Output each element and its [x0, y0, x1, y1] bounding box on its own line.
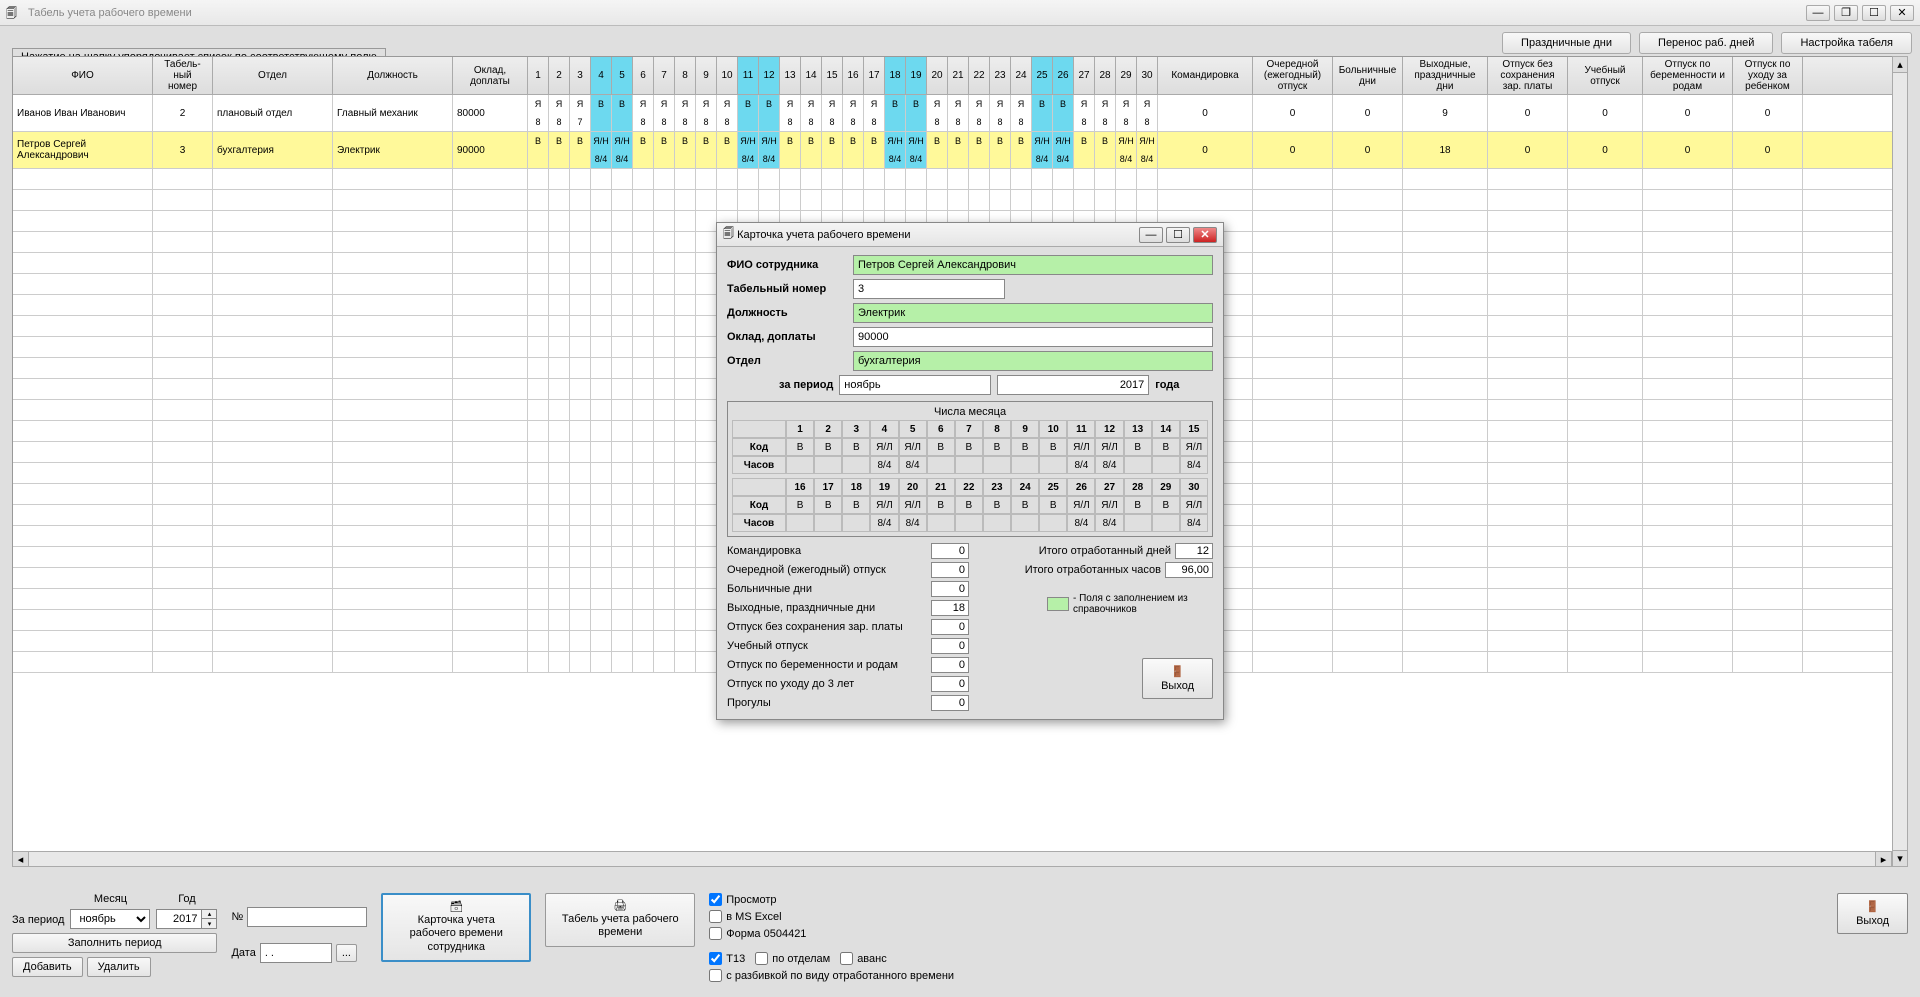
- salary-input[interactable]: [853, 327, 1213, 347]
- transfer-days-button[interactable]: Перенос раб. дней: [1639, 32, 1773, 54]
- by-dept-checkbox[interactable]: по отделам: [755, 952, 830, 965]
- main-titlebar: 🗐 Табель учета рабочего времени — ❐ ☐ ✕: [0, 0, 1920, 26]
- dialog-close-button[interactable]: ✕: [1193, 227, 1217, 243]
- year-label: Год: [156, 893, 217, 905]
- dialog-minimize-button[interactable]: —: [1139, 227, 1163, 243]
- card-icon: 🗃: [393, 901, 519, 914]
- dialog-icon: 🗐: [723, 225, 734, 244]
- employee-card-dialog: 🗐 Карточка учета рабочего времени — ☐ ✕ …: [716, 222, 1224, 720]
- settings-button[interactable]: Настройка табеля: [1781, 32, 1912, 54]
- sum-input[interactable]: [931, 543, 969, 559]
- exit-icon: 🚪: [1866, 900, 1880, 913]
- number-label: №: [231, 911, 243, 923]
- sum-input[interactable]: [931, 695, 969, 711]
- legend-color: [1047, 597, 1069, 611]
- scroll-left-icon[interactable]: ◂: [13, 852, 29, 866]
- number-input[interactable]: [247, 907, 367, 927]
- table-row[interactable]: Иванов Иван Иванович2плановый отделГлавн…: [13, 95, 1907, 132]
- sum-input[interactable]: [931, 562, 969, 578]
- days-frame: Числа месяца 123456789101112131415КодВВВ…: [727, 401, 1213, 537]
- year-suffix: года: [1155, 379, 1179, 391]
- fio-label: ФИО сотрудника: [727, 259, 847, 271]
- sum-input[interactable]: [931, 581, 969, 597]
- position-label: Должность: [727, 307, 847, 319]
- dialog-exit-button[interactable]: 🚪Выход: [1142, 658, 1213, 699]
- add-button[interactable]: Добавить: [12, 957, 83, 977]
- dialog-title: Карточка учета рабочего времени: [737, 229, 1136, 241]
- position-input[interactable]: [853, 303, 1213, 323]
- table-row[interactable]: [13, 190, 1907, 211]
- sum-input[interactable]: [931, 619, 969, 635]
- legend-text: - Поля с заполнением из справочников: [1073, 593, 1213, 615]
- sum-input[interactable]: [931, 600, 969, 616]
- breakdown-checkbox[interactable]: с разбивкой по виду отработанного времен…: [709, 969, 954, 982]
- maximize-button[interactable]: ☐: [1862, 5, 1886, 21]
- table-row[interactable]: [13, 169, 1907, 190]
- excel-checkbox[interactable]: в MS Excel: [709, 910, 954, 923]
- dialog-year-input[interactable]: [997, 375, 1149, 395]
- print-icon: 🖨: [556, 900, 684, 913]
- table-row[interactable]: Петров Сергей Александрович3бухгалтерияЭ…: [13, 132, 1907, 169]
- horizontal-scrollbar[interactable]: ◂ ▸: [12, 851, 1892, 867]
- dialog-titlebar[interactable]: 🗐 Карточка учета рабочего времени — ☐ ✕: [717, 223, 1223, 247]
- scroll-right-icon[interactable]: ▸: [1875, 852, 1891, 866]
- days-title: Числа месяца: [732, 406, 1208, 418]
- dialog-period-label: за период: [779, 379, 833, 391]
- total-days: [1175, 543, 1213, 559]
- year-input[interactable]: [156, 909, 202, 929]
- t13-checkbox[interactable]: Т13: [709, 952, 745, 965]
- period-label: За период: [12, 914, 64, 929]
- employee-card-button[interactable]: 🗃Карточка учета рабочего времени сотрудн…: [381, 893, 531, 962]
- month-label: Месяц: [70, 893, 150, 905]
- total-hours: [1165, 562, 1213, 578]
- sum-input[interactable]: [931, 638, 969, 654]
- preview-checkbox[interactable]: Просмотр: [709, 893, 954, 906]
- exit-icon: 🚪: [1171, 665, 1185, 678]
- close-button[interactable]: ✕: [1890, 5, 1914, 21]
- dept-label: Отдел: [727, 355, 847, 367]
- app-title: Табель учета рабочего времени: [28, 7, 1806, 19]
- dialog-maximize-button[interactable]: ☐: [1166, 227, 1190, 243]
- date-input[interactable]: [260, 943, 332, 963]
- sum-input[interactable]: [931, 676, 969, 692]
- tabnum-label: Табельный номер: [727, 283, 847, 295]
- salary-label: Оклад, доплаты: [727, 331, 847, 343]
- exit-button[interactable]: 🚪Выход: [1837, 893, 1908, 934]
- scroll-up-icon[interactable]: ▴: [1893, 57, 1907, 73]
- holidays-button[interactable]: Праздничные дни: [1502, 32, 1631, 54]
- dialog-month-input[interactable]: [839, 375, 991, 395]
- advance-checkbox[interactable]: аванс: [840, 952, 887, 965]
- month-select[interactable]: ноябрь: [70, 909, 150, 929]
- fill-period-button[interactable]: Заполнить период: [12, 933, 217, 953]
- minimize-button[interactable]: —: [1806, 5, 1830, 21]
- dept-input[interactable]: [853, 351, 1213, 371]
- vertical-scrollbar[interactable]: ▴ ▾: [1892, 56, 1908, 867]
- scroll-down-icon[interactable]: ▾: [1893, 850, 1907, 866]
- restore-button[interactable]: ❐: [1834, 5, 1858, 21]
- bottom-panel: За период Месяц ноябрь Год ▴▾ Заполнить …: [0, 885, 1920, 997]
- fio-input[interactable]: [853, 255, 1213, 275]
- tabnum-input[interactable]: [853, 279, 1005, 299]
- timesheet-report-button[interactable]: 🖨Табель учета рабочего времени: [545, 893, 695, 947]
- date-picker-button[interactable]: ...: [336, 944, 357, 962]
- date-label: Дата: [231, 947, 255, 959]
- delete-button[interactable]: Удалить: [87, 957, 151, 977]
- sum-input[interactable]: [931, 657, 969, 673]
- total-hours-label: Итого отработанных часов: [1025, 564, 1161, 576]
- form-checkbox[interactable]: Форма 0504421: [709, 927, 954, 940]
- total-days-label: Итого отработанный дней: [1039, 545, 1171, 557]
- app-icon: 🗐: [6, 5, 22, 21]
- year-spinner[interactable]: ▴▾: [202, 909, 217, 929]
